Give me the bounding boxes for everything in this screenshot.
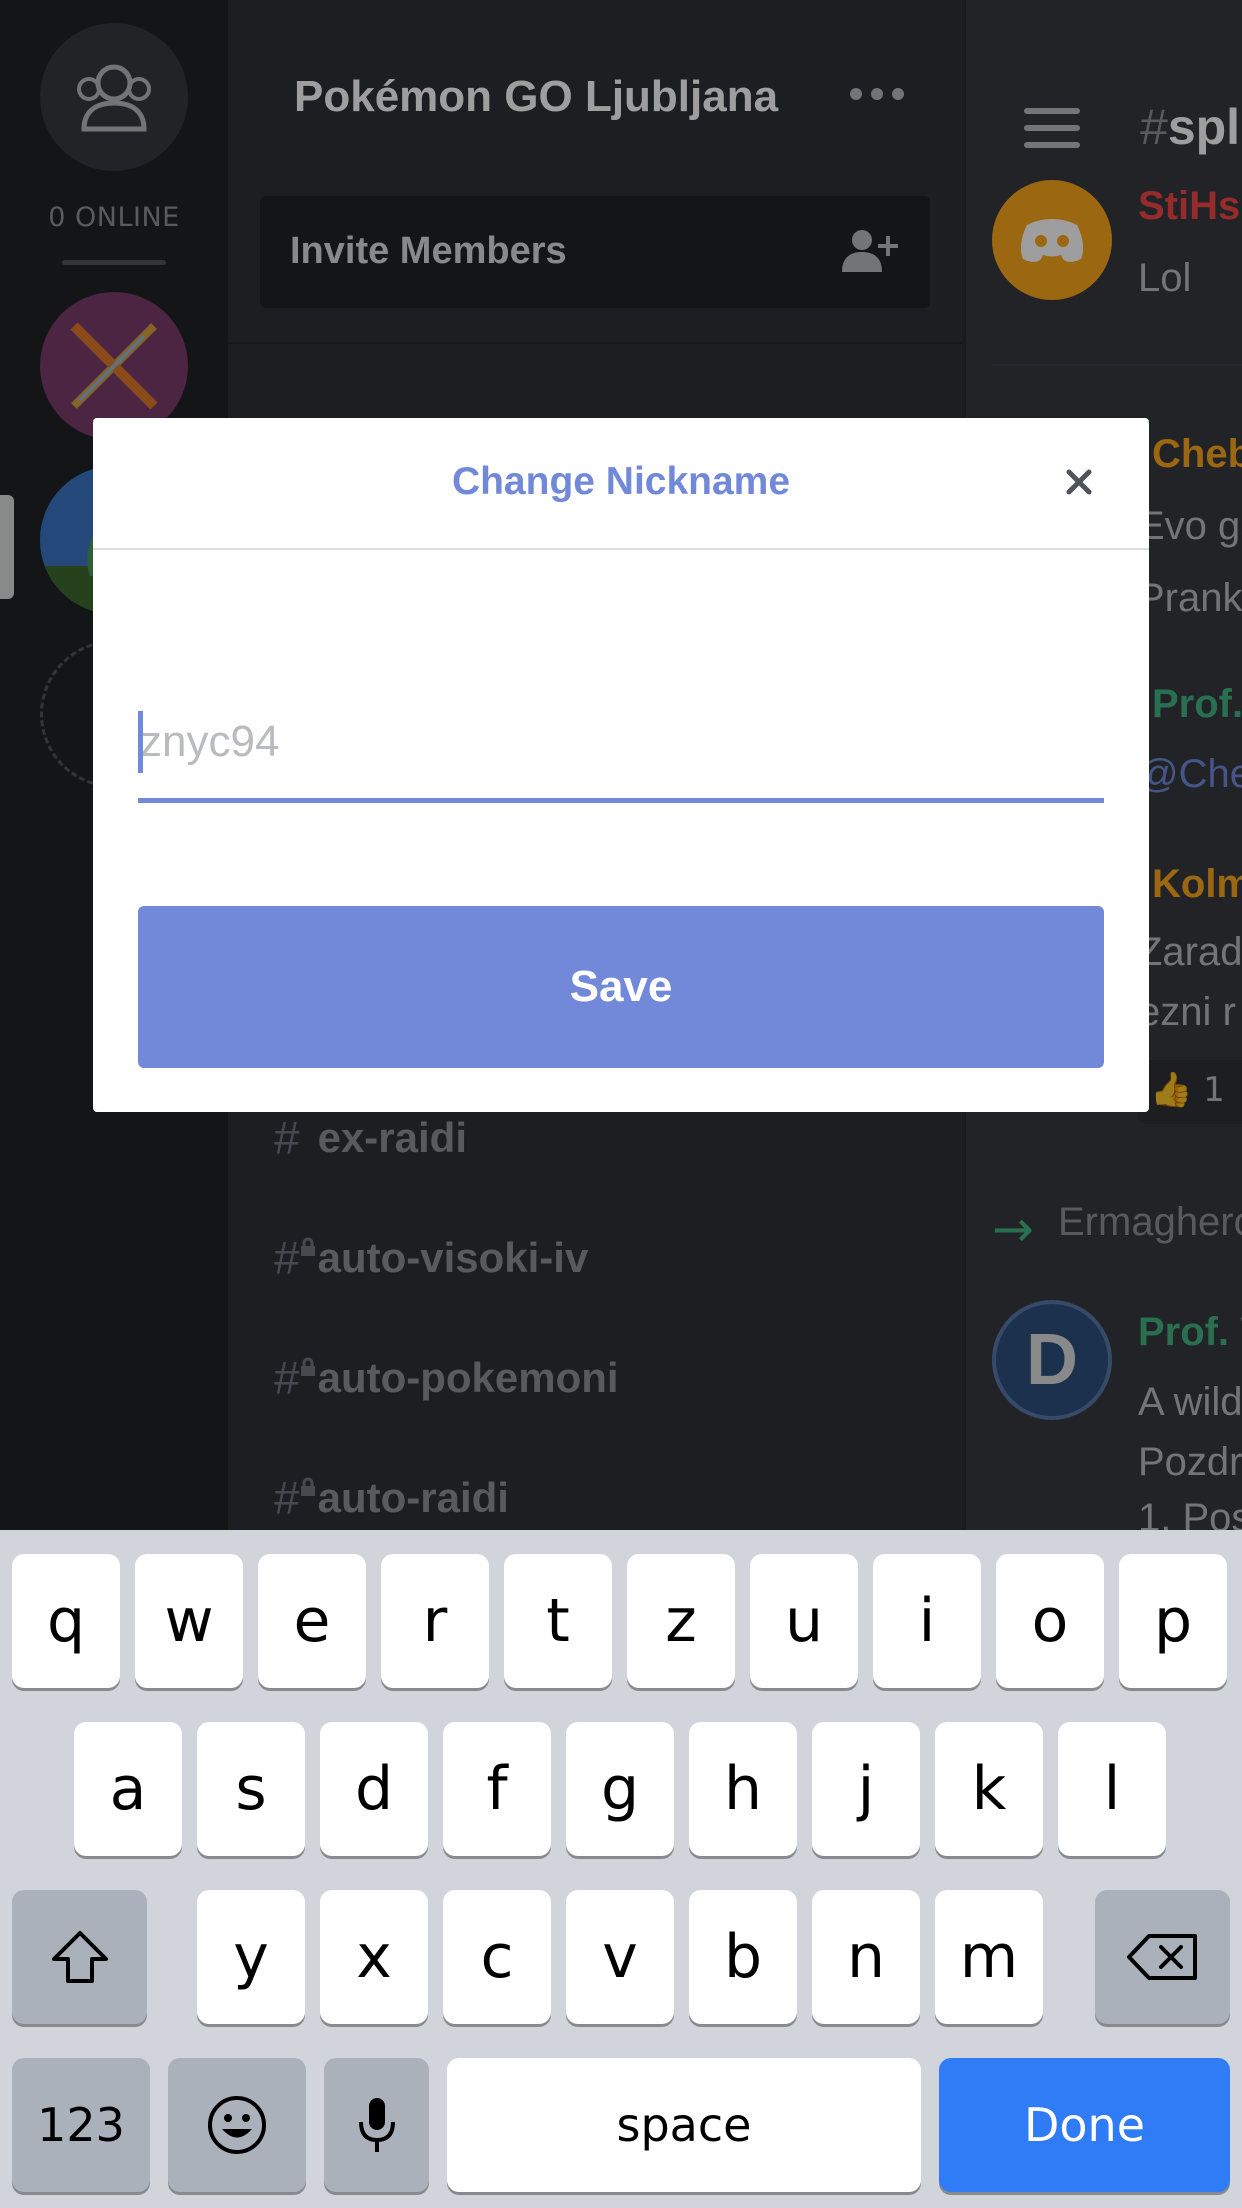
emoji-icon [208,2096,266,2154]
key-a[interactable]: a [74,1722,182,1856]
key-m[interactable]: m [935,1890,1043,2024]
save-button[interactable]: Save [138,906,1104,1068]
key-t[interactable]: t [504,1554,612,1688]
key-h[interactable]: h [689,1722,797,1856]
key-u[interactable]: u [750,1554,858,1688]
modal-title: Change Nickname [451,460,791,503]
key-b[interactable]: b [689,1890,797,2024]
key-i[interactable]: i [873,1554,981,1688]
ios-keyboard: q w e r t z u i o p a s d f g h j k l y … [0,1530,1242,2208]
change-nickname-modal: Change Nickname Save [93,418,1149,1112]
key-w[interactable]: w [135,1554,243,1688]
numbers-key[interactable]: 123 [12,2058,150,2192]
key-l[interactable]: l [1058,1722,1166,1856]
key-s[interactable]: s [197,1722,305,1856]
key-r[interactable]: r [381,1554,489,1688]
text-caret [138,711,143,773]
microphone-icon [358,2098,395,2152]
key-n[interactable]: n [812,1890,920,2024]
nickname-input[interactable] [138,697,1104,787]
modal-header: Change Nickname [93,418,1149,550]
key-c[interactable]: c [443,1890,551,2024]
key-x[interactable]: x [320,1890,428,2024]
key-y[interactable]: y [197,1890,305,2024]
key-k[interactable]: k [935,1722,1043,1856]
key-v[interactable]: v [566,1890,674,2024]
backspace-icon [1126,1934,1197,1980]
space-key-label: space [616,2098,752,2152]
close-icon[interactable] [1063,466,1095,498]
key-q[interactable]: q [12,1554,120,1688]
key-j[interactable]: j [812,1722,920,1856]
nickname-field [138,683,1104,803]
key-o[interactable]: o [996,1554,1104,1688]
key-d[interactable]: d [320,1722,428,1856]
numbers-key-label: 123 [37,2098,125,2152]
dictation-key[interactable] [324,2058,429,2192]
done-key-label: Done [1023,2098,1146,2152]
key-g[interactable]: g [566,1722,674,1856]
emoji-key[interactable] [168,2058,306,2192]
key-e[interactable]: e [258,1554,366,1688]
shift-icon [51,1931,108,1983]
key-z[interactable]: z [627,1554,735,1688]
done-key[interactable]: Done [939,2058,1230,2192]
key-f[interactable]: f [443,1722,551,1856]
key-p[interactable]: p [1119,1554,1227,1688]
space-key[interactable]: space [447,2058,921,2192]
shift-key[interactable] [12,1890,147,2024]
delete-key[interactable] [1095,1890,1230,2024]
